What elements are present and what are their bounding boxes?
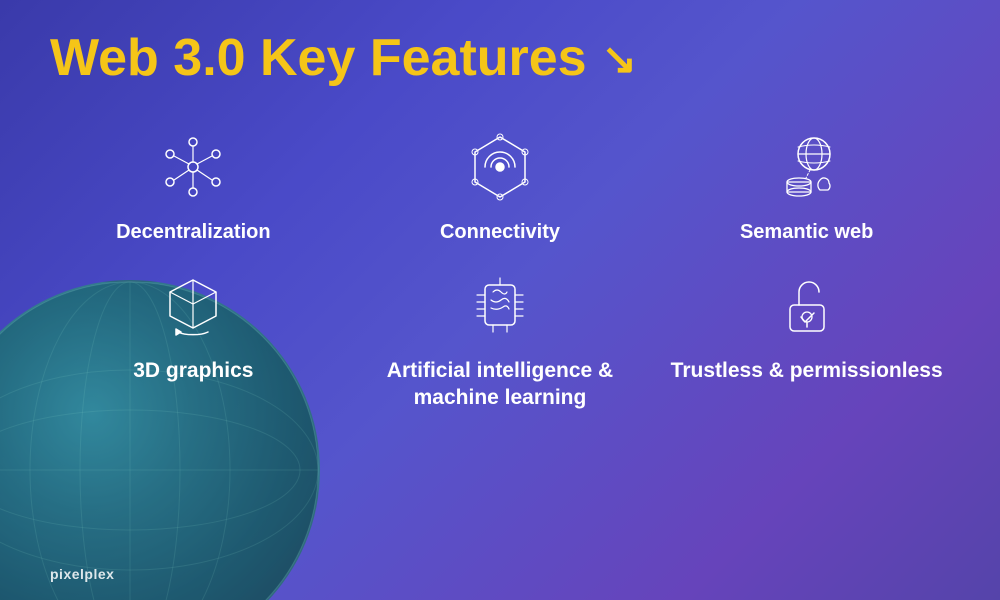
- features-grid: Decentralization: [50, 127, 950, 412]
- decentralization-icon: [153, 127, 233, 207]
- decentralization-label: Decentralization: [116, 219, 270, 245]
- title-row: Web 3.0 Key Features ↘: [50, 30, 950, 87]
- arrow-icon: ↘: [602, 34, 637, 83]
- feature-semantic-web: Semantic web: [663, 127, 950, 245]
- semantic-web-icon: [767, 127, 847, 207]
- feature-ai-ml: Artificial intelligence & machine learni…: [357, 265, 644, 412]
- page-background: Web 3.0 Key Features ↘: [0, 0, 1000, 600]
- page-title: Web 3.0 Key Features: [50, 30, 587, 87]
- ai-ml-label: Artificial intelligence & machine learni…: [357, 357, 644, 412]
- feature-decentralization: Decentralization: [50, 127, 337, 245]
- trustless-icon: [767, 265, 847, 345]
- feature-trustless: Trustless & permissionless: [663, 265, 950, 412]
- trustless-label: Trustless & permissionless: [671, 357, 943, 384]
- connectivity-icon: [460, 127, 540, 207]
- branding: pixelplex: [50, 566, 114, 582]
- 3d-graphics-label: 3D graphics: [133, 357, 253, 384]
- feature-3d-graphics: 3D graphics: [50, 265, 337, 412]
- ai-icon: [460, 265, 540, 345]
- branding-text: pixelplex: [50, 566, 114, 582]
- 3d-graphics-icon: [153, 265, 233, 345]
- connectivity-label: Connectivity: [440, 219, 560, 245]
- feature-connectivity: Connectivity: [357, 127, 644, 245]
- semantic-web-label: Semantic web: [740, 219, 873, 245]
